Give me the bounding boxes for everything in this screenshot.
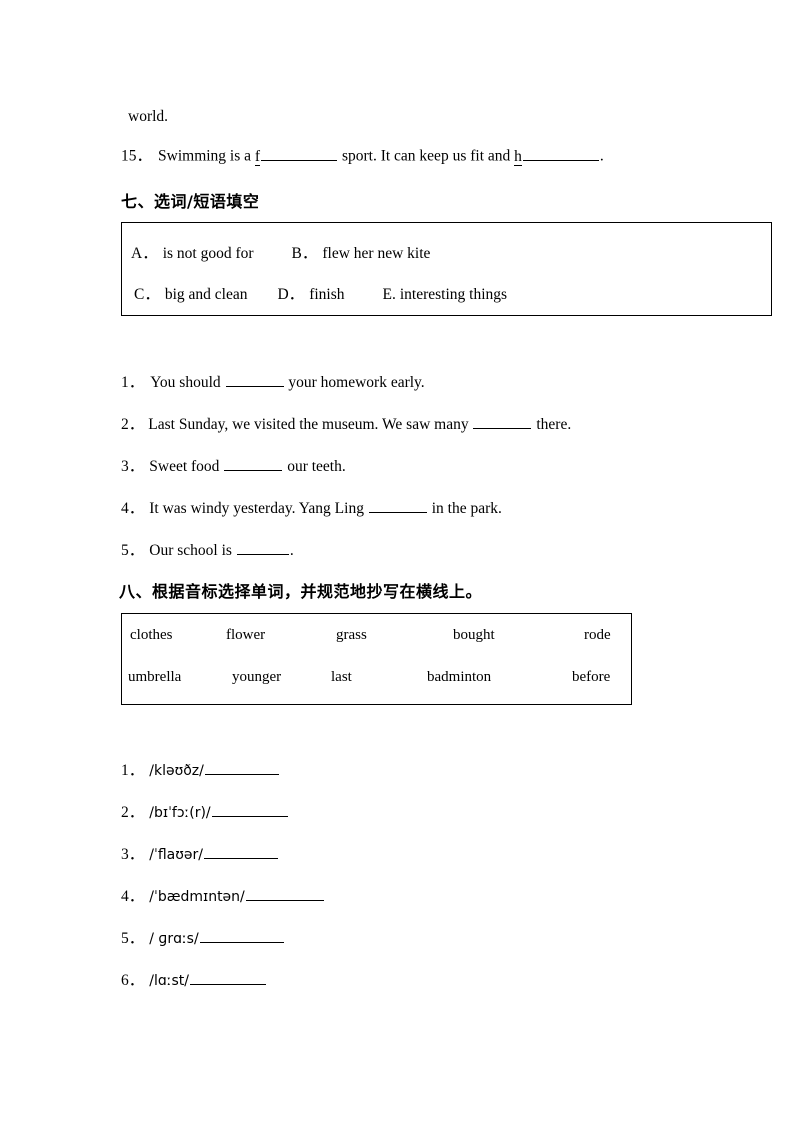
question-text-after: our teeth. <box>283 458 346 475</box>
choice-text-b[interactable]: flew her new kite <box>322 245 430 262</box>
phonetic-number: 2． <box>121 804 145 821</box>
question-15-text-3: . <box>599 147 604 165</box>
section-seven-heading: 七、选词/短语填空 <box>121 192 260 211</box>
answer-blank[interactable] <box>473 413 532 429</box>
phonetic-number: 5． <box>121 930 145 947</box>
question-text-after: your homework early. <box>284 374 425 391</box>
continued-text-line: world. <box>128 108 169 125</box>
choice-row-second: C． big and clean D． finish E. interesting thi… <box>134 282 507 304</box>
section-seven-question-3: 3． Sweet food our teeth. <box>121 454 346 476</box>
choice-letter-e: E. <box>382 286 396 303</box>
choice-text-a[interactable]: is not good for <box>163 245 254 262</box>
question-text-before: Sweet food <box>149 458 224 475</box>
answer-blank[interactable] <box>225 371 284 387</box>
phonetic-answer-blank[interactable] <box>211 801 288 817</box>
question-text-before: It was windy yesterday. Yang Ling <box>149 500 368 517</box>
question-number: 5． <box>121 542 145 559</box>
word-bank-item-rode[interactable]: rode <box>584 627 611 644</box>
section-seven-question-5: 5． Our school is . <box>121 538 294 560</box>
phonetic-answer-blank[interactable] <box>204 759 279 775</box>
question-text-after: . <box>289 542 294 559</box>
phonetic-transcription: /ˈbædmɪntən/ <box>149 889 245 905</box>
question-15-hint-1: f <box>254 147 261 166</box>
question-number: 1． <box>121 374 145 391</box>
question-number: 3． <box>121 458 145 475</box>
phonetic-item-2: 2．/bɪˈfɔː(r)/ <box>121 800 289 822</box>
answer-blank[interactable] <box>236 539 289 555</box>
question-text-after: in the park. <box>427 500 502 517</box>
question-15: 15． Swimming is a f sport. It can keep us… <box>121 145 604 166</box>
choice-bank-box: A． is not good for B． flew her new kite C． b… <box>121 222 772 316</box>
question-15-hint-2: h <box>514 147 522 166</box>
phonetic-number: 4． <box>121 888 145 905</box>
choice-row-first: A． is not good for B． flew her new kite <box>131 241 430 263</box>
section-seven-question-1: 1． You should your homework early. <box>121 370 425 392</box>
phonetic-answer-blank[interactable] <box>189 969 266 985</box>
choice-letter-a: A． <box>131 245 158 262</box>
phonetic-number: 6． <box>121 972 145 989</box>
phonetic-answer-blank[interactable] <box>245 885 324 901</box>
phonetic-item-4: 4．/ˈbædmɪntən/ <box>121 884 325 906</box>
word-bank-item-umbrella[interactable]: umbrella <box>128 669 181 686</box>
question-15-blank-2[interactable] <box>522 145 599 161</box>
answer-blank[interactable] <box>224 455 283 471</box>
choice-letter-d: D． <box>277 286 305 303</box>
phonetic-number: 3． <box>121 846 145 863</box>
phonetic-item-5: 5． / ɡrɑːs/ <box>121 926 285 948</box>
word-bank-item-younger[interactable]: younger <box>232 669 281 686</box>
section-eight-heading: 八、根据音标选择单词，并规范地抄写在横线上。 <box>119 582 483 601</box>
phonetic-transcription: /bɪˈfɔː(r)/ <box>149 805 211 821</box>
section-seven-question-4: 4． It was windy yesterday. Yang Ling in t… <box>121 496 502 518</box>
phonetic-number: 1． <box>121 762 145 779</box>
question-15-blank-1[interactable] <box>261 145 338 161</box>
answer-blank[interactable] <box>368 497 427 513</box>
choice-text-e[interactable]: interesting things <box>400 286 507 303</box>
choice-text-c[interactable]: big and clean <box>165 286 248 303</box>
question-text-before: Last Sunday, we visited the museum. We s… <box>148 416 473 433</box>
question-15-text-1: Swimming is a <box>158 147 255 165</box>
phonetic-transcription: /lɑːst/ <box>149 973 189 989</box>
word-bank-item-last[interactable]: last <box>331 669 352 686</box>
question-number: 2． <box>121 416 145 433</box>
word-bank-item-before[interactable]: before <box>572 669 610 686</box>
question-15-text-2: sport. It can keep us fit and <box>338 147 515 165</box>
phonetic-transcription: /ˈflaʊər/ <box>149 847 203 863</box>
word-bank-item-bought[interactable]: bought <box>453 627 495 644</box>
phonetic-transcription: / ɡrɑːs/ <box>149 931 199 947</box>
question-text-before: You should <box>150 374 225 391</box>
phonetic-transcription: /kləʊðz/ <box>149 763 204 779</box>
phonetic-item-6: 6．/lɑːst/ <box>121 968 267 990</box>
phonetic-answer-blank[interactable] <box>199 927 284 943</box>
question-number: 4． <box>121 500 145 517</box>
phonetic-item-3: 3．/ˈflaʊər/ <box>121 842 279 864</box>
question-text-before: Our school is <box>149 542 236 559</box>
question-15-number: 15． <box>121 147 153 165</box>
word-bank-item-flower[interactable]: flower <box>226 627 265 644</box>
worksheet-page: world. 15． Swimming is a f sport. It can … <box>0 0 794 1123</box>
word-bank-item-grass[interactable]: grass <box>336 627 367 644</box>
section-seven-question-2: 2． Last Sunday, we visited the museum. We… <box>121 412 571 434</box>
choice-letter-b: B． <box>291 245 318 262</box>
phonetic-answer-blank[interactable] <box>203 843 278 859</box>
choice-text-d[interactable]: finish <box>309 286 344 303</box>
question-text-after: there. <box>532 416 572 433</box>
word-bank-item-badminton[interactable]: badminton <box>427 669 491 686</box>
word-bank-box: clothes flower grass bought rode umbrell… <box>121 613 632 705</box>
word-bank-item-clothes[interactable]: clothes <box>130 627 173 644</box>
choice-letter-c: C． <box>134 286 160 303</box>
phonetic-item-1: 1．/kləʊðz/ <box>121 758 280 780</box>
